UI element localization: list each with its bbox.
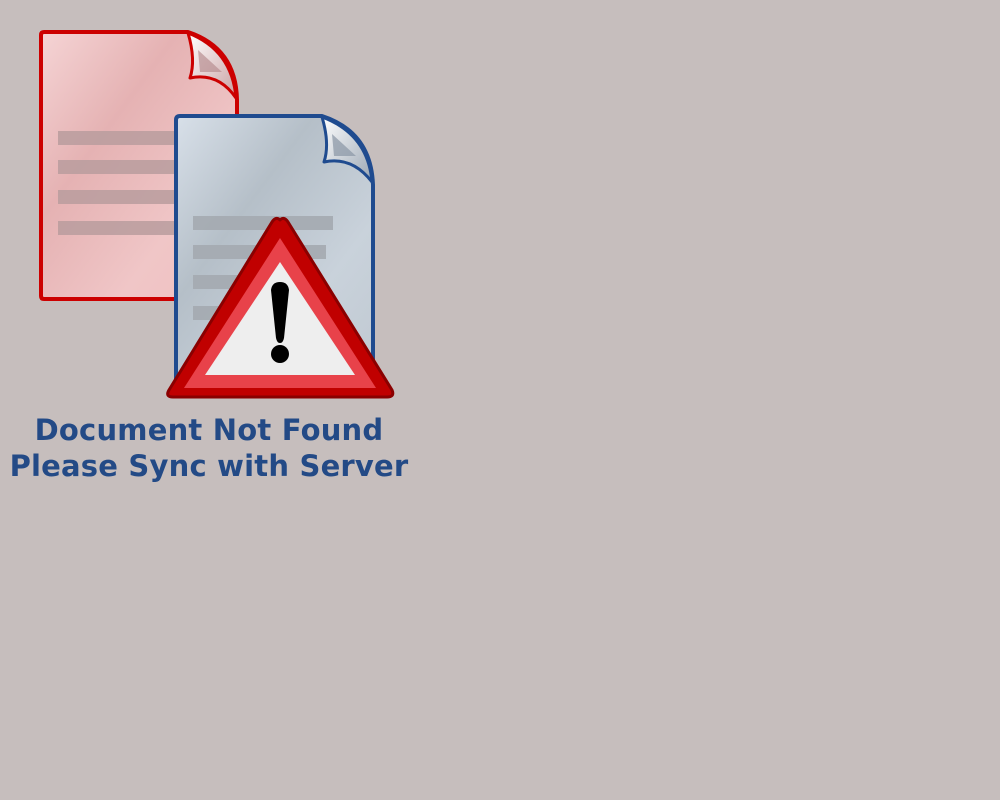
error-instruction: Please Sync with Server	[9, 449, 409, 483]
error-message: Document Not Found Please Sync with Serv…	[0, 412, 418, 484]
error-title: Document Not Found	[34, 413, 384, 447]
error-screen: Document Not Found Please Sync with Serv…	[0, 0, 1000, 800]
document-warning-illustration	[39, 30, 395, 399]
